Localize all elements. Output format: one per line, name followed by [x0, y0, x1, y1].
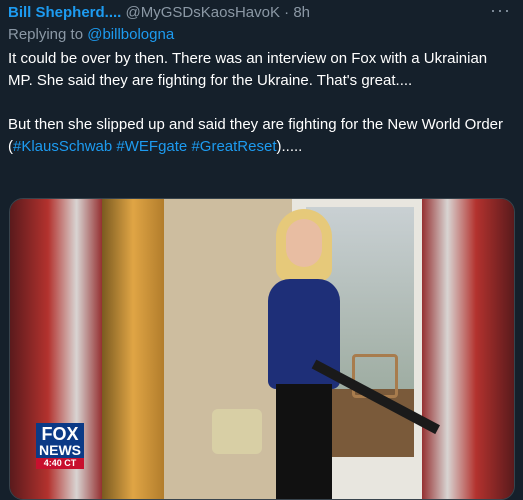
paragraph-2: But then she slipped up and said they ar…	[8, 114, 513, 158]
tweet[interactable]: Bill Shepherd.... @MyGSDsKaosHavoK · 8h …	[8, 0, 515, 500]
fox-news-logo: FOX NEWS 4:40 CT	[36, 423, 84, 469]
room-scene	[102, 199, 440, 499]
tweet-text: It could be over by then. There was an i…	[8, 48, 513, 158]
paragraph-1: It could be over by then. There was an i…	[8, 50, 488, 89]
replying-prefix: Replying to	[8, 26, 84, 43]
curtain	[102, 199, 164, 499]
hashtag-greatreset[interactable]: #GreatReset	[191, 138, 276, 155]
tweet-time[interactable]: 8h	[293, 4, 310, 21]
tweet-media[interactable]: FOX NEWS 4:40 CT	[9, 198, 515, 500]
replying-to: Replying to @billbologna	[8, 26, 174, 43]
author-handle[interactable]: @MyGSDsKaosHavoK	[126, 4, 280, 21]
replying-to-link[interactable]: @billbologna	[87, 26, 174, 43]
logo-news: NEWS	[36, 443, 84, 458]
tweet-header: Bill Shepherd.... @MyGSDsKaosHavoK · 8h	[8, 4, 310, 22]
more-options-icon[interactable]: ···	[490, 0, 511, 21]
hashtag-wefgate[interactable]: #WEFgate	[116, 138, 187, 155]
video-still: FOX NEWS 4:40 CT	[10, 199, 514, 499]
logo-clock: 4:40 CT	[36, 458, 84, 469]
person-legs	[276, 384, 332, 499]
separator-dot: ·	[284, 4, 290, 21]
hashtags-close: ).....	[276, 138, 303, 155]
studio-background-right	[419, 199, 514, 499]
person-face	[286, 219, 322, 267]
paragraph-2-text: But then she slipped up and said they ar…	[8, 116, 504, 133]
logo-fox: FOX	[36, 423, 84, 443]
person-figure	[254, 209, 440, 499]
author-name[interactable]: Bill Shepherd....	[8, 4, 121, 21]
hashtag-klausschwab[interactable]: #KlausSchwab	[13, 138, 112, 155]
